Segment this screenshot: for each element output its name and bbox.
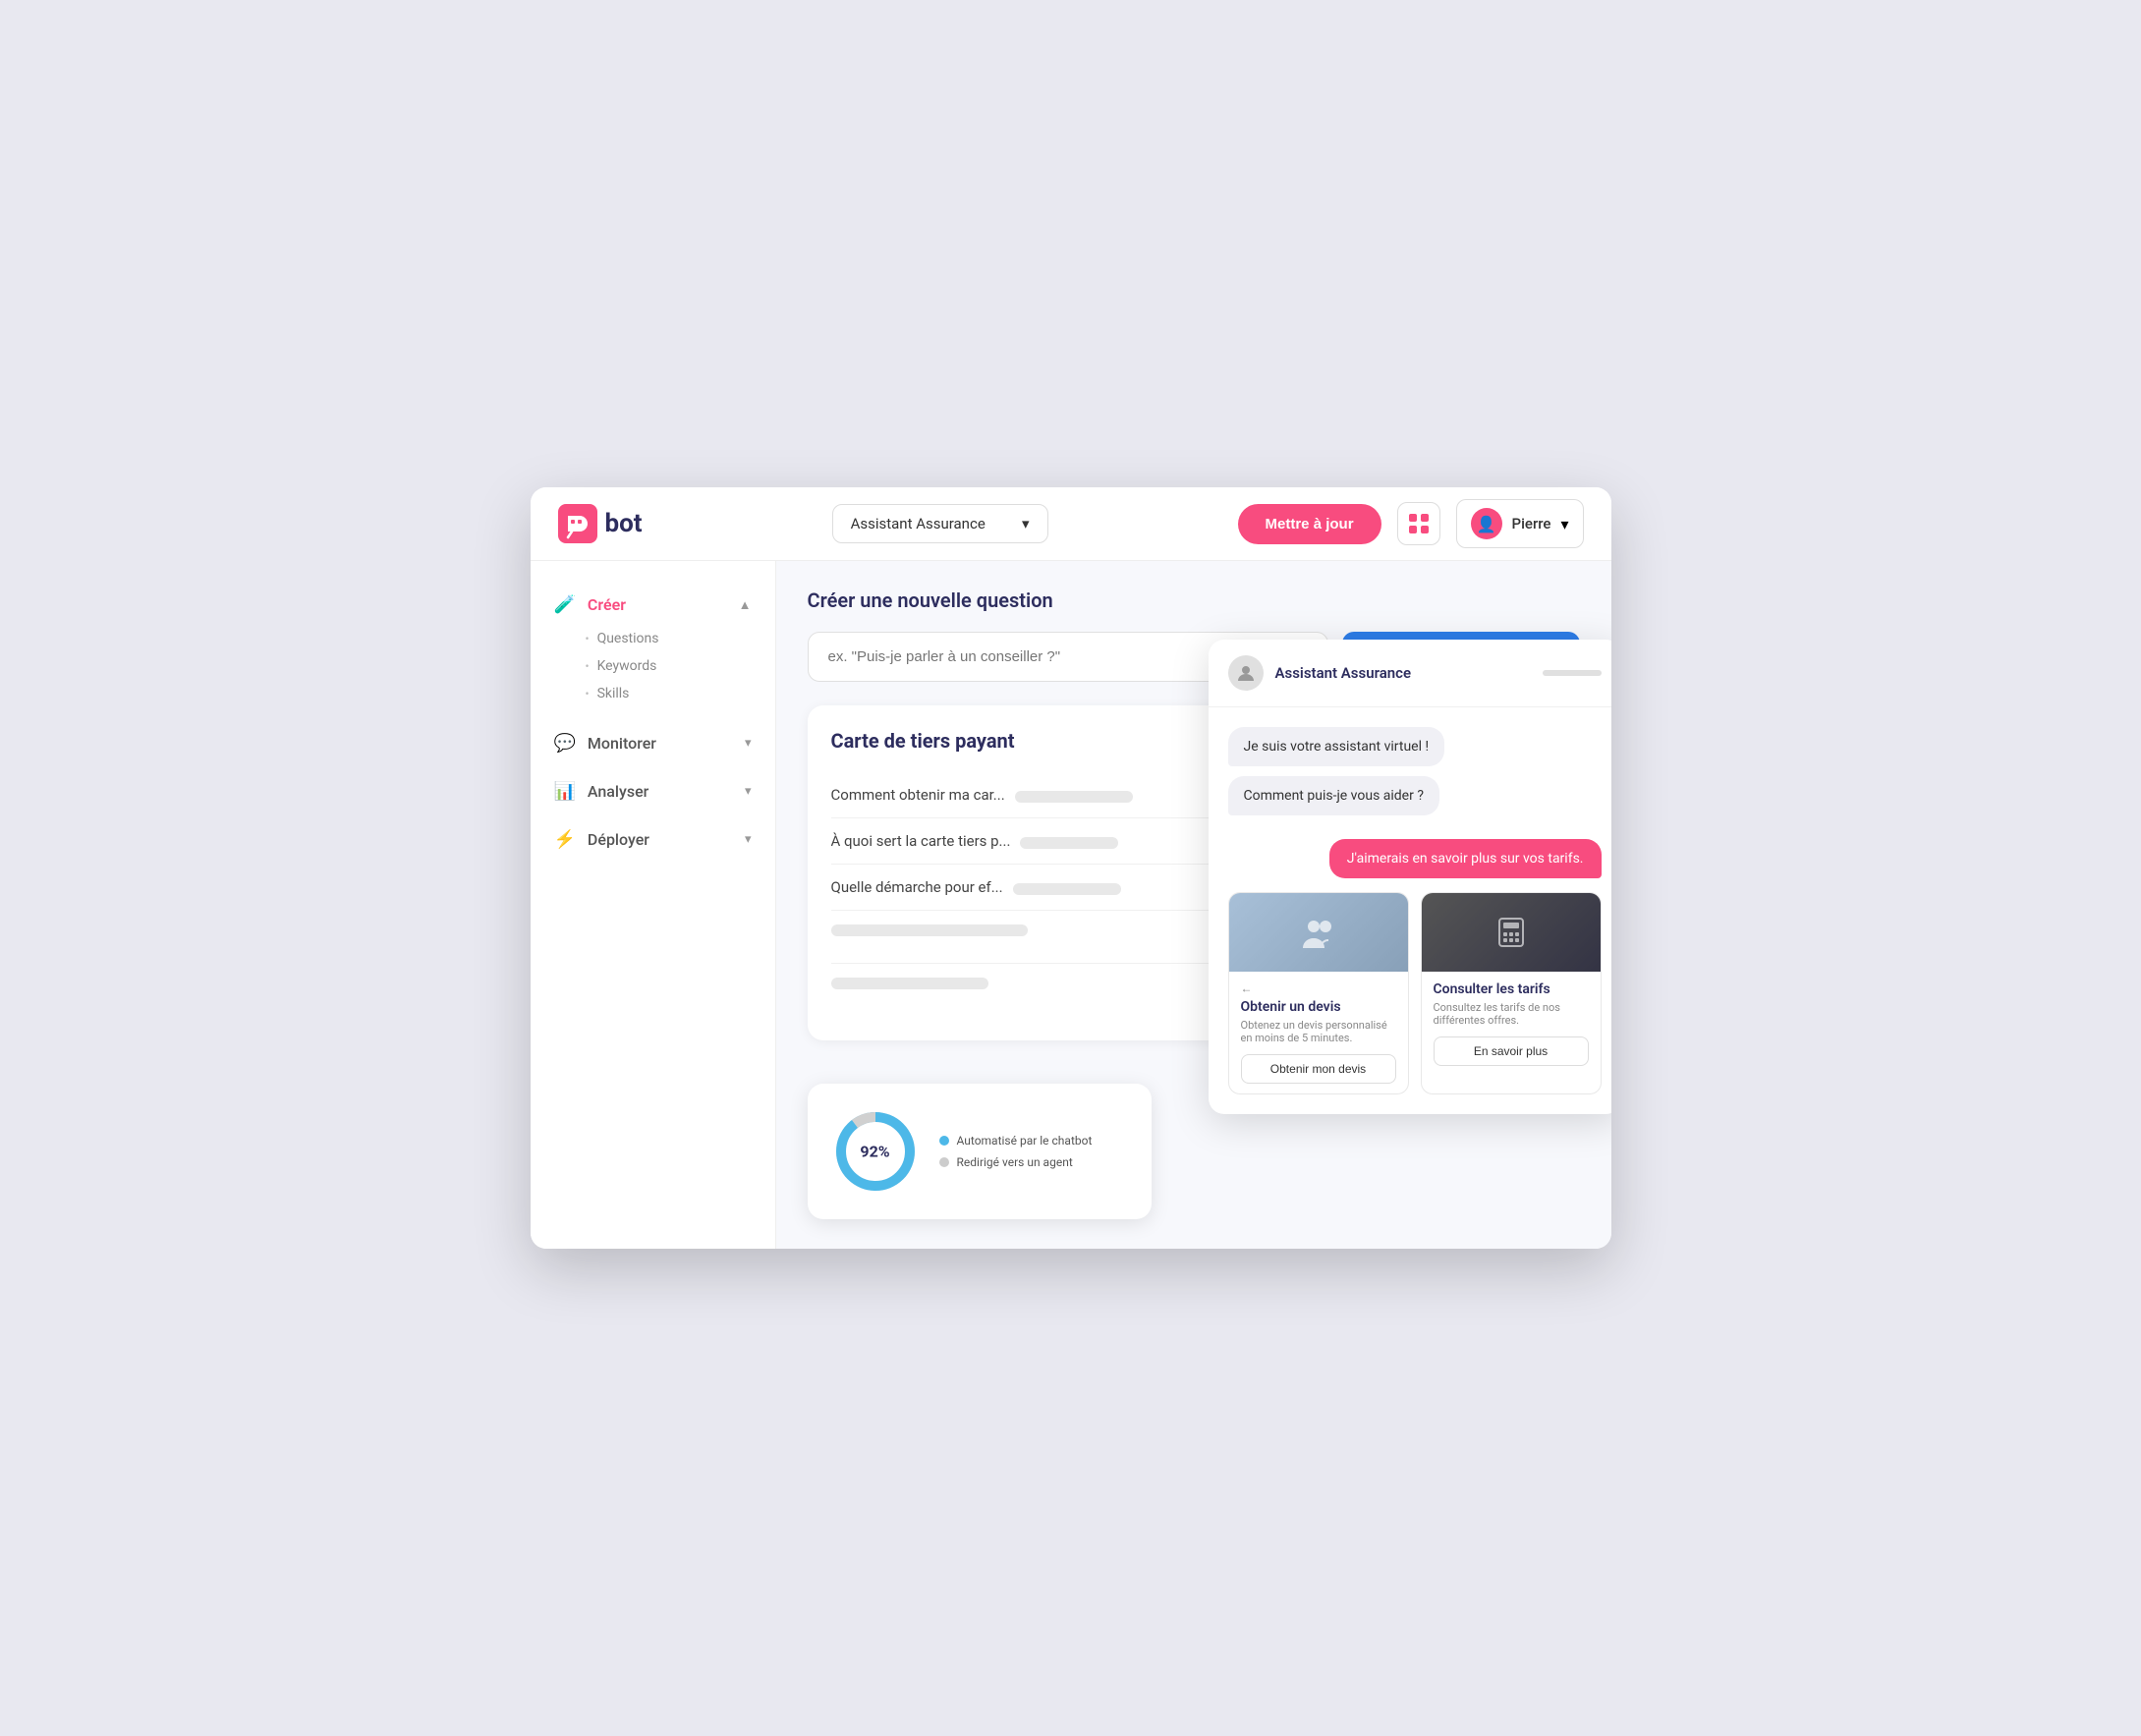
update-button[interactable]: Mettre à jour (1238, 504, 1381, 544)
assistant-selector[interactable]: Assistant Assurance ▾ (832, 504, 1048, 543)
sidebar-label-creer: Créer (588, 595, 626, 614)
suggestion-btn-tarifs[interactable]: En savoir plus (1434, 1036, 1589, 1066)
bot-message-2: Comment puis-je vous aider ? (1228, 776, 1439, 815)
flask-icon: 🧪 (554, 594, 576, 615)
donut-center-text: 92% (860, 1143, 889, 1161)
grid-icon (1408, 513, 1430, 534)
header-right: Mettre à jour 👤 Pierre ▾ (1238, 499, 1584, 548)
browser-window: bot Assistant Assurance ▾ Mettre à jour (531, 487, 1611, 1249)
chatbot-body: Je suis votre assistant virtuel ! Commen… (1209, 707, 1611, 1114)
calculator-icon (1492, 913, 1531, 952)
sidebar-section-header-analyser[interactable]: 📊 Analyser ▾ (531, 771, 775, 812)
suggestion-desc-tarifs: Consultez les tarifs de nos différentes … (1434, 1001, 1589, 1027)
chat-suggestions: ← Obtenir un devis Obtenez un devis pers… (1228, 892, 1602, 1094)
sidebar-item-keywords[interactable]: Keywords (586, 652, 752, 680)
row-placeholder-3 (1020, 837, 1118, 849)
person-icon (1236, 663, 1256, 683)
header: bot Assistant Assurance ▾ Mettre à jour (531, 487, 1611, 561)
suggestion-title-devis: Obtenir un devis (1241, 999, 1396, 1015)
legend-automated: Automatisé par le chatbot (939, 1134, 1093, 1148)
chatbot-minimize-bar[interactable] (1543, 670, 1602, 676)
user-name: Pierre (1512, 515, 1551, 532)
page-title: Créer une nouvelle question (808, 588, 1580, 612)
suggestion-image-devis (1229, 893, 1408, 972)
sidebar-section-analyser: 📊 Analyser ▾ (531, 771, 775, 812)
chevron-down-icon: ▾ (1022, 515, 1030, 532)
suggestion-title-tarifs: Consulter les tarifs (1434, 981, 1589, 997)
sidebar-section-monitorer: 💬 Monitorer ▾ (531, 723, 775, 763)
chat-bubbles: Je suis votre assistant virtuel ! Commen… (1228, 727, 1602, 825)
chevron-down-icon-analyser: ▾ (745, 784, 752, 799)
logo-icon (558, 504, 597, 543)
user-menu-chevron: ▾ (1560, 515, 1568, 533)
user-menu[interactable]: 👤 Pierre ▾ (1456, 499, 1584, 548)
sidebar-label-deployer: Déployer (588, 830, 649, 849)
sidebar-label-monitorer: Monitorer (588, 734, 656, 753)
chat-icon: 💬 (554, 733, 576, 754)
progress-card: 92% Automatisé par le chatbot Redirigé v… (808, 1084, 1152, 1219)
legend-dot-gray (939, 1157, 949, 1167)
chevron-up-icon: ▲ (739, 597, 752, 613)
suggestion-btn-devis[interactable]: Obtenir mon devis (1241, 1054, 1396, 1084)
suggestion-card-devis[interactable]: ← Obtenir un devis Obtenez un devis pers… (1228, 892, 1409, 1094)
suggestion-desc-devis: Obtenez un devis personnalisé en moins d… (1241, 1019, 1396, 1044)
chevron-down-icon-deployer: ▾ (745, 832, 752, 847)
sidebar-section-deployer: ⚡ Déployer ▾ (531, 819, 775, 860)
sidebar-section-header-monitorer[interactable]: 💬 Monitorer ▾ (531, 723, 775, 763)
progress-legend: Automatisé par le chatbot Redirigé vers … (939, 1134, 1093, 1169)
sidebar-item-skills[interactable]: Skills (586, 680, 752, 707)
header-center: Assistant Assurance ▾ (658, 504, 1222, 543)
people-icon (1299, 913, 1338, 952)
sidebar: 🧪 Créer ▲ Questions Keywords Skills (531, 561, 776, 1249)
legend-dot-blue (939, 1136, 949, 1146)
chatbot-header: Assistant Assurance (1209, 640, 1611, 707)
assistant-selector-label: Assistant Assurance (851, 515, 986, 532)
chevron-down-icon-monitorer: ▾ (745, 736, 752, 751)
sidebar-section-header-creer[interactable]: 🧪 Créer ▲ (531, 585, 775, 625)
back-arrow-icon: ← (1241, 981, 1253, 995)
main-layout: 🧪 Créer ▲ Questions Keywords Skills (531, 561, 1611, 1249)
user-message: J'aimerais en savoir plus sur vos tarifs… (1329, 839, 1602, 878)
suggestion-image-tarifs (1422, 893, 1601, 972)
bot-message-1: Je suis votre assistant virtuel ! (1228, 727, 1445, 766)
legend-redirected: Redirigé vers un agent (939, 1155, 1093, 1169)
sidebar-item-questions[interactable]: Questions (586, 625, 752, 652)
row-placeholder-5 (1013, 883, 1121, 895)
chart-icon: 📊 (554, 781, 576, 802)
logo-text: bot (605, 509, 643, 538)
chatbot-name: Assistant Assurance (1275, 664, 1412, 682)
user-avatar: 👤 (1471, 508, 1502, 539)
donut-chart: 92% (831, 1107, 920, 1196)
grid-icon-button[interactable] (1397, 502, 1440, 545)
suggestion-card-tarifs[interactable]: Consulter les tarifs Consultez les tarif… (1421, 892, 1602, 1094)
logo-area: bot (558, 504, 643, 543)
sidebar-label-analyser: Analyser (588, 782, 648, 801)
row-placeholder (1015, 791, 1133, 803)
sidebar-section-header-deployer[interactable]: ⚡ Déployer ▾ (531, 819, 775, 860)
chatbot-avatar (1228, 655, 1264, 691)
bolt-icon: ⚡ (554, 829, 576, 850)
sidebar-sub-items-creer: Questions Keywords Skills (531, 625, 775, 715)
sidebar-section-creer: 🧪 Créer ▲ Questions Keywords Skills (531, 585, 775, 715)
content-area: Créer une nouvelle question Importer des… (776, 561, 1611, 1249)
chatbot-overlay: Assistant Assurance Je suis votre assist… (1209, 640, 1611, 1114)
